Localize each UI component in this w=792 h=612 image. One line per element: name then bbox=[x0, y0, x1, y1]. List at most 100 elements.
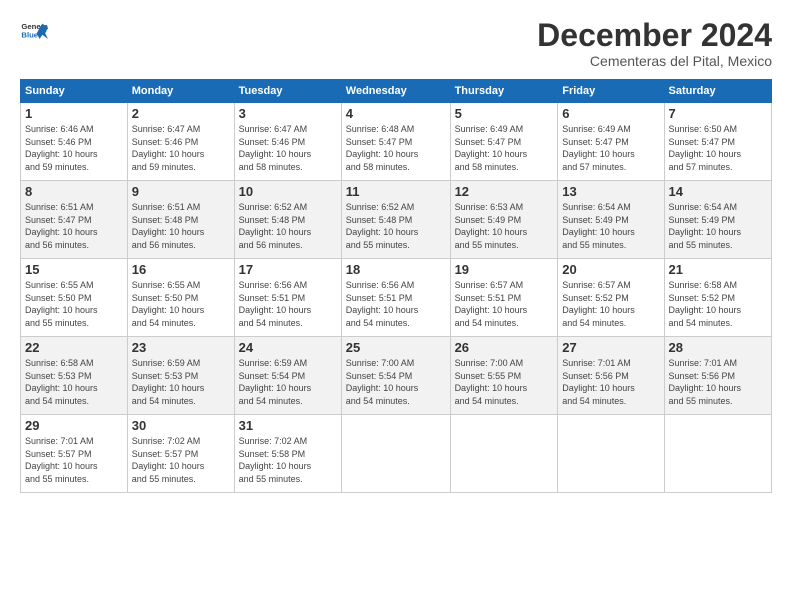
day-info: Sunrise: 6:47 AM Sunset: 5:46 PM Dayligh… bbox=[132, 123, 230, 173]
day-number: 29 bbox=[25, 418, 123, 433]
day-cell: 27 Sunrise: 7:01 AM Sunset: 5:56 PM Dayl… bbox=[558, 337, 664, 415]
day-info: Sunrise: 7:02 AM Sunset: 5:58 PM Dayligh… bbox=[239, 435, 337, 485]
day-cell: 17 Sunrise: 6:56 AM Sunset: 5:51 PM Dayl… bbox=[234, 259, 341, 337]
day-cell bbox=[341, 415, 450, 493]
day-cell bbox=[450, 415, 558, 493]
day-cell: 14 Sunrise: 6:54 AM Sunset: 5:49 PM Dayl… bbox=[664, 181, 771, 259]
day-number: 25 bbox=[346, 340, 446, 355]
day-cell: 18 Sunrise: 6:56 AM Sunset: 5:51 PM Dayl… bbox=[341, 259, 450, 337]
day-cell: 7 Sunrise: 6:50 AM Sunset: 5:47 PM Dayli… bbox=[664, 103, 771, 181]
day-number: 14 bbox=[669, 184, 767, 199]
day-number: 15 bbox=[25, 262, 123, 277]
day-info: Sunrise: 6:58 AM Sunset: 5:52 PM Dayligh… bbox=[669, 279, 767, 329]
day-number: 18 bbox=[346, 262, 446, 277]
day-info: Sunrise: 6:46 AM Sunset: 5:46 PM Dayligh… bbox=[25, 123, 123, 173]
day-cell: 3 Sunrise: 6:47 AM Sunset: 5:46 PM Dayli… bbox=[234, 103, 341, 181]
day-number: 23 bbox=[132, 340, 230, 355]
day-number: 31 bbox=[239, 418, 337, 433]
day-info: Sunrise: 6:56 AM Sunset: 5:51 PM Dayligh… bbox=[346, 279, 446, 329]
day-info: Sunrise: 7:00 AM Sunset: 5:55 PM Dayligh… bbox=[455, 357, 554, 407]
day-cell: 28 Sunrise: 7:01 AM Sunset: 5:56 PM Dayl… bbox=[664, 337, 771, 415]
day-cell: 20 Sunrise: 6:57 AM Sunset: 5:52 PM Dayl… bbox=[558, 259, 664, 337]
day-info: Sunrise: 6:52 AM Sunset: 5:48 PM Dayligh… bbox=[239, 201, 337, 251]
day-number: 12 bbox=[455, 184, 554, 199]
day-cell: 1 Sunrise: 6:46 AM Sunset: 5:46 PM Dayli… bbox=[21, 103, 128, 181]
day-info: Sunrise: 7:01 AM Sunset: 5:56 PM Dayligh… bbox=[562, 357, 659, 407]
col-wednesday: Wednesday bbox=[341, 80, 450, 103]
day-cell: 15 Sunrise: 6:55 AM Sunset: 5:50 PM Dayl… bbox=[21, 259, 128, 337]
day-info: Sunrise: 7:01 AM Sunset: 5:57 PM Dayligh… bbox=[25, 435, 123, 485]
day-cell: 26 Sunrise: 7:00 AM Sunset: 5:55 PM Dayl… bbox=[450, 337, 558, 415]
day-number: 3 bbox=[239, 106, 337, 121]
day-number: 28 bbox=[669, 340, 767, 355]
day-cell: 12 Sunrise: 6:53 AM Sunset: 5:49 PM Dayl… bbox=[450, 181, 558, 259]
col-tuesday: Tuesday bbox=[234, 80, 341, 103]
day-cell: 23 Sunrise: 6:59 AM Sunset: 5:53 PM Dayl… bbox=[127, 337, 234, 415]
day-number: 7 bbox=[669, 106, 767, 121]
week-row-5: 29 Sunrise: 7:01 AM Sunset: 5:57 PM Dayl… bbox=[21, 415, 772, 493]
day-number: 21 bbox=[669, 262, 767, 277]
day-info: Sunrise: 6:47 AM Sunset: 5:46 PM Dayligh… bbox=[239, 123, 337, 173]
day-info: Sunrise: 6:59 AM Sunset: 5:53 PM Dayligh… bbox=[132, 357, 230, 407]
day-number: 30 bbox=[132, 418, 230, 433]
day-info: Sunrise: 6:53 AM Sunset: 5:49 PM Dayligh… bbox=[455, 201, 554, 251]
col-saturday: Saturday bbox=[664, 80, 771, 103]
week-row-1: 1 Sunrise: 6:46 AM Sunset: 5:46 PM Dayli… bbox=[21, 103, 772, 181]
day-number: 9 bbox=[132, 184, 230, 199]
day-info: Sunrise: 6:49 AM Sunset: 5:47 PM Dayligh… bbox=[562, 123, 659, 173]
day-number: 6 bbox=[562, 106, 659, 121]
col-friday: Friday bbox=[558, 80, 664, 103]
day-info: Sunrise: 6:55 AM Sunset: 5:50 PM Dayligh… bbox=[132, 279, 230, 329]
day-cell: 24 Sunrise: 6:59 AM Sunset: 5:54 PM Dayl… bbox=[234, 337, 341, 415]
day-info: Sunrise: 6:57 AM Sunset: 5:51 PM Dayligh… bbox=[455, 279, 554, 329]
day-number: 10 bbox=[239, 184, 337, 199]
day-cell: 31 Sunrise: 7:02 AM Sunset: 5:58 PM Dayl… bbox=[234, 415, 341, 493]
svg-text:Blue: Blue bbox=[21, 31, 38, 40]
day-number: 4 bbox=[346, 106, 446, 121]
calendar-page: General Blue December 2024 Cementeras de… bbox=[0, 0, 792, 612]
day-cell: 5 Sunrise: 6:49 AM Sunset: 5:47 PM Dayli… bbox=[450, 103, 558, 181]
day-number: 27 bbox=[562, 340, 659, 355]
day-info: Sunrise: 6:56 AM Sunset: 5:51 PM Dayligh… bbox=[239, 279, 337, 329]
day-info: Sunrise: 6:59 AM Sunset: 5:54 PM Dayligh… bbox=[239, 357, 337, 407]
day-cell: 6 Sunrise: 6:49 AM Sunset: 5:47 PM Dayli… bbox=[558, 103, 664, 181]
day-info: Sunrise: 6:51 AM Sunset: 5:48 PM Dayligh… bbox=[132, 201, 230, 251]
day-info: Sunrise: 6:52 AM Sunset: 5:48 PM Dayligh… bbox=[346, 201, 446, 251]
day-cell: 29 Sunrise: 7:01 AM Sunset: 5:57 PM Dayl… bbox=[21, 415, 128, 493]
week-row-2: 8 Sunrise: 6:51 AM Sunset: 5:47 PM Dayli… bbox=[21, 181, 772, 259]
day-number: 19 bbox=[455, 262, 554, 277]
day-number: 26 bbox=[455, 340, 554, 355]
day-cell: 10 Sunrise: 6:52 AM Sunset: 5:48 PM Dayl… bbox=[234, 181, 341, 259]
day-cell: 2 Sunrise: 6:47 AM Sunset: 5:46 PM Dayli… bbox=[127, 103, 234, 181]
week-row-3: 15 Sunrise: 6:55 AM Sunset: 5:50 PM Dayl… bbox=[21, 259, 772, 337]
day-number: 2 bbox=[132, 106, 230, 121]
day-number: 16 bbox=[132, 262, 230, 277]
day-info: Sunrise: 6:55 AM Sunset: 5:50 PM Dayligh… bbox=[25, 279, 123, 329]
day-info: Sunrise: 6:50 AM Sunset: 5:47 PM Dayligh… bbox=[669, 123, 767, 173]
day-number: 5 bbox=[455, 106, 554, 121]
day-cell: 11 Sunrise: 6:52 AM Sunset: 5:48 PM Dayl… bbox=[341, 181, 450, 259]
day-cell bbox=[664, 415, 771, 493]
day-cell: 8 Sunrise: 6:51 AM Sunset: 5:47 PM Dayli… bbox=[21, 181, 128, 259]
month-title: December 2024 bbox=[537, 18, 772, 53]
day-number: 22 bbox=[25, 340, 123, 355]
day-info: Sunrise: 6:54 AM Sunset: 5:49 PM Dayligh… bbox=[669, 201, 767, 251]
day-cell: 25 Sunrise: 7:00 AM Sunset: 5:54 PM Dayl… bbox=[341, 337, 450, 415]
day-info: Sunrise: 7:00 AM Sunset: 5:54 PM Dayligh… bbox=[346, 357, 446, 407]
day-cell: 16 Sunrise: 6:55 AM Sunset: 5:50 PM Dayl… bbox=[127, 259, 234, 337]
day-info: Sunrise: 6:54 AM Sunset: 5:49 PM Dayligh… bbox=[562, 201, 659, 251]
day-cell: 19 Sunrise: 6:57 AM Sunset: 5:51 PM Dayl… bbox=[450, 259, 558, 337]
header-row: Sunday Monday Tuesday Wednesday Thursday… bbox=[21, 80, 772, 103]
day-number: 11 bbox=[346, 184, 446, 199]
day-info: Sunrise: 7:01 AM Sunset: 5:56 PM Dayligh… bbox=[669, 357, 767, 407]
logo-icon: General Blue bbox=[20, 18, 48, 46]
calendar-table: Sunday Monday Tuesday Wednesday Thursday… bbox=[20, 79, 772, 493]
day-number: 17 bbox=[239, 262, 337, 277]
day-number: 24 bbox=[239, 340, 337, 355]
day-number: 20 bbox=[562, 262, 659, 277]
day-cell: 21 Sunrise: 6:58 AM Sunset: 5:52 PM Dayl… bbox=[664, 259, 771, 337]
day-cell: 30 Sunrise: 7:02 AM Sunset: 5:57 PM Dayl… bbox=[127, 415, 234, 493]
logo: General Blue bbox=[20, 18, 48, 46]
day-number: 1 bbox=[25, 106, 123, 121]
col-sunday: Sunday bbox=[21, 80, 128, 103]
